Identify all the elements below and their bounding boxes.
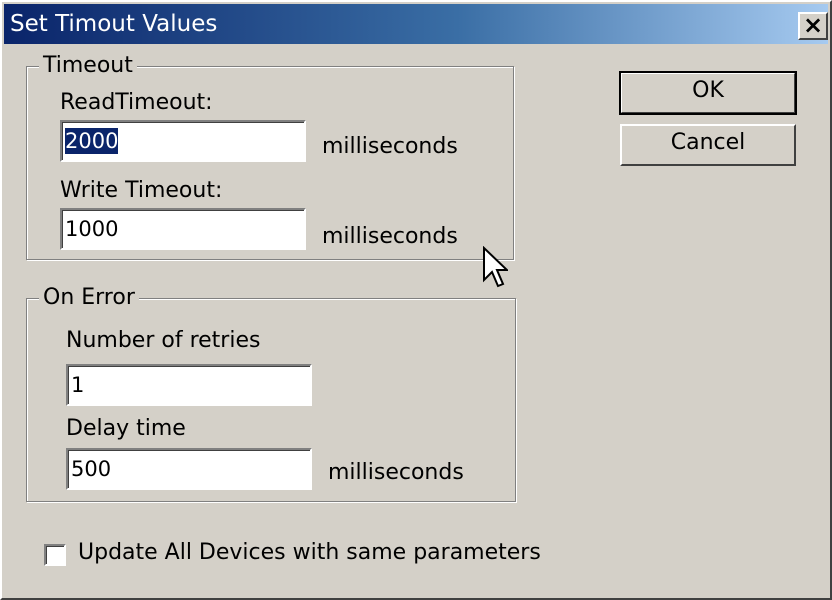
write-timeout-value: 1000 bbox=[65, 217, 119, 241]
delay-time-unit: milliseconds bbox=[328, 460, 464, 485]
cancel-button[interactable]: Cancel bbox=[620, 124, 796, 166]
read-timeout-label: ReadTimeout: bbox=[60, 90, 213, 115]
update-all-label[interactable]: Update All Devices with same parameters bbox=[78, 540, 541, 566]
delay-time-value: 500 bbox=[71, 457, 112, 481]
ok-button[interactable]: OK bbox=[619, 71, 797, 115]
retries-value: 1 bbox=[71, 373, 85, 397]
delay-time-label: Delay time bbox=[66, 416, 186, 441]
update-all-checkbox[interactable] bbox=[44, 544, 66, 566]
dialog-title: Set Timout Values bbox=[10, 11, 218, 37]
write-timeout-input[interactable]: 1000 bbox=[60, 208, 306, 250]
close-icon: × bbox=[802, 11, 824, 39]
retries-label: Number of retries bbox=[66, 328, 261, 353]
set-timeout-dialog: Set Timout Values × Timeout ReadTimeout:… bbox=[0, 0, 832, 600]
delay-time-input[interactable]: 500 bbox=[66, 448, 312, 490]
retries-input[interactable]: 1 bbox=[66, 364, 312, 406]
read-timeout-unit: milliseconds bbox=[322, 134, 458, 159]
write-timeout-unit: milliseconds bbox=[322, 224, 458, 249]
read-timeout-value: 2000 bbox=[65, 128, 119, 154]
on-error-group-label: On Error bbox=[39, 285, 139, 311]
mouse-pointer-icon bbox=[483, 246, 508, 288]
timeout-group-label: Timeout bbox=[39, 53, 137, 79]
write-timeout-label: Write Timeout: bbox=[60, 178, 223, 203]
read-timeout-input[interactable]: 2000 bbox=[60, 120, 306, 162]
close-button[interactable]: × bbox=[798, 12, 828, 40]
title-bar[interactable]: Set Timout Values × bbox=[4, 4, 828, 44]
